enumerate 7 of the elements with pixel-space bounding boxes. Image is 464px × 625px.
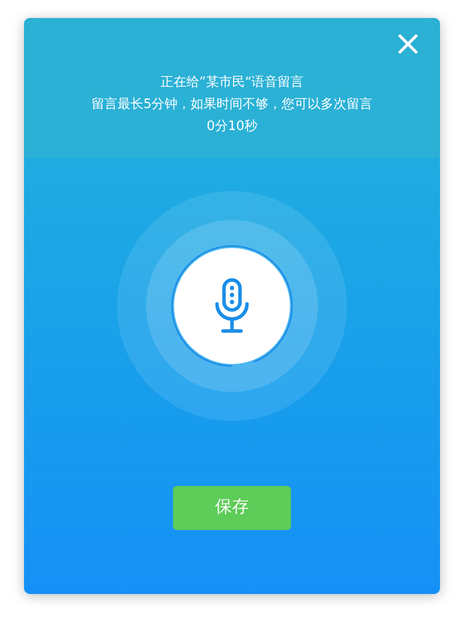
message-text: 正在给”某市民“语音留言 bbox=[160, 74, 304, 92]
close-button[interactable] bbox=[398, 34, 418, 54]
microphone-icon bbox=[214, 278, 250, 334]
message-text: 0分10秒 bbox=[206, 118, 258, 136]
message-text: 留言最长5分钟，如果时间不够，您可以多次留言 bbox=[91, 96, 373, 114]
close-icon bbox=[398, 34, 418, 54]
save-button[interactable]: 保存 bbox=[173, 486, 291, 530]
